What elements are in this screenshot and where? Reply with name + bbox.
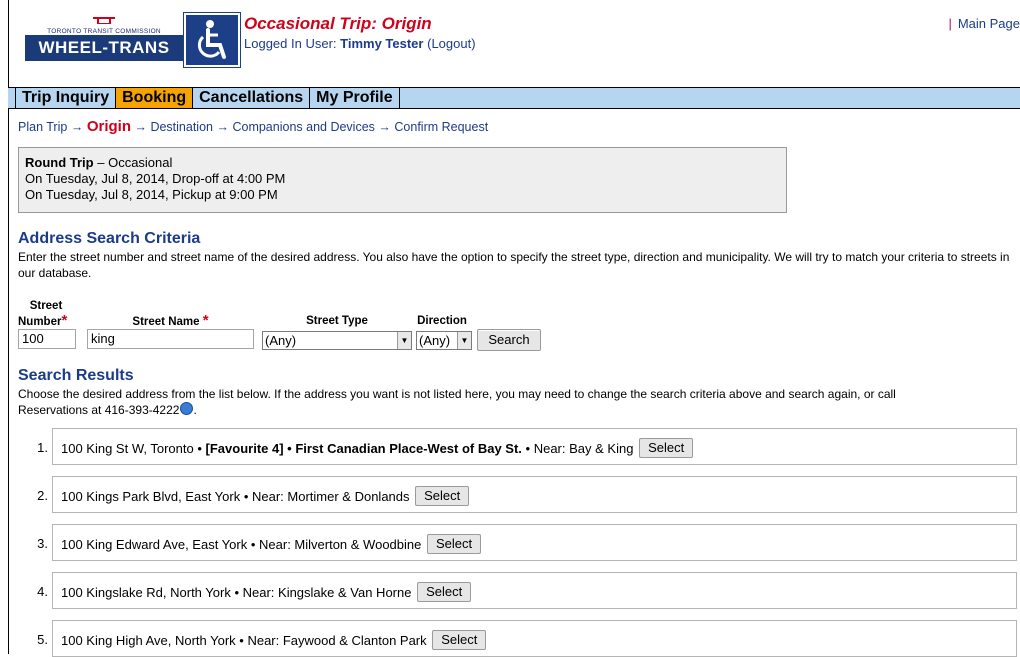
ttc-icon xyxy=(93,17,115,24)
ttc-text: TORONTO TRANSIT COMMISSION xyxy=(47,28,161,35)
results-description-phone: Reservations at 416-393-4222 xyxy=(18,403,180,417)
result-near: • Near: Milverton & Woodbine xyxy=(250,537,422,552)
result-address: 100 King St W, Toronto • xyxy=(61,441,202,456)
street-number-label: Street Number* xyxy=(18,300,74,329)
main-page-label[interactable]: Main Page xyxy=(958,16,1020,31)
list-item: 100 Kings Park Blvd, East York • Near: M… xyxy=(52,476,1017,513)
search-results-title: Search Results xyxy=(18,367,134,384)
result-number: 5. xyxy=(37,632,48,647)
wheelchair-icon xyxy=(183,12,241,68)
trip-type: Round Trip – Occasional xyxy=(25,155,780,171)
trip-summary: Round Trip – Occasional On Tuesday, Jul … xyxy=(18,147,787,213)
result-number: 2. xyxy=(37,488,48,503)
breadcrumb-plan-trip[interactable]: Plan Trip xyxy=(18,120,67,134)
result-near: • Near: Mortimer & Donlands xyxy=(243,489,410,504)
breadcrumb-confirm: Confirm Request xyxy=(394,120,489,134)
list-item: 100 King Edward Ave, East York • Near: M… xyxy=(52,524,1017,561)
result-text: 100 Kings Park Blvd, East York • Near: M… xyxy=(61,486,470,507)
street-type-select[interactable]: (Any) ▼ xyxy=(262,331,412,350)
divider: | xyxy=(948,16,952,31)
required-marker: * xyxy=(202,312,209,329)
logged-in-user: Logged In User: Timmy Tester (Logout) xyxy=(244,36,476,51)
result-address: 100 Kings Park Blvd, East York xyxy=(61,489,241,504)
ttc-logo: TORONTO TRANSIT COMMISSION xyxy=(25,12,183,35)
street-number-input[interactable]: 100 xyxy=(18,329,76,349)
result-number: 1. xyxy=(37,440,48,455)
select-button[interactable]: Select xyxy=(415,486,470,506)
result-favourite: [Favourite 4] • First Canadian Place-Wes… xyxy=(205,441,522,456)
select-button[interactable]: Select xyxy=(639,438,694,458)
street-number-label-line1: Street xyxy=(29,300,63,312)
search-results-description: Choose the desired address from the list… xyxy=(18,386,1018,418)
result-number: 3. xyxy=(37,536,48,551)
result-address: 100 King Edward Ave, East York xyxy=(61,537,248,552)
wheel-trans-logo[interactable]: TORONTO TRANSIT COMMISSION WHEEL-TRANS xyxy=(25,12,183,62)
street-name-label-text: Street Name xyxy=(132,316,200,328)
result-address: 100 Kingslake Rd, North York xyxy=(61,585,231,600)
header: TORONTO TRANSIT COMMISSION WHEEL-TRANS O… xyxy=(8,0,1020,88)
results-description-line1: Choose the desired address from the list… xyxy=(18,387,896,401)
direction-select[interactable]: (Any) ▼ xyxy=(416,331,472,350)
logout-link[interactable]: (Logout) xyxy=(427,36,475,51)
trip-line-2: On Tuesday, Jul 8, 2014, Pickup at 9:00 … xyxy=(25,187,278,202)
trip-type-label: – Occasional xyxy=(97,155,173,170)
search-criteria-description: Enter the street number and street name … xyxy=(18,250,1010,280)
breadcrumb-arrow: → xyxy=(70,120,84,134)
list-item: 100 Kingslake Rd, North York • Near: Kin… xyxy=(52,572,1017,609)
chevron-down-icon: ▼ xyxy=(457,332,471,349)
direction-label: Direction xyxy=(417,315,467,327)
required-marker: * xyxy=(61,312,68,329)
breadcrumb-arrow: → xyxy=(216,120,229,134)
breadcrumb-arrow: → xyxy=(134,120,147,134)
list-item: 100 King High Ave, North York • Near: Fa… xyxy=(52,620,1017,657)
breadcrumb-arrow: → xyxy=(378,120,391,134)
result-text: 100 King St W, Toronto • [Favourite 4] •… xyxy=(61,438,694,459)
result-near: • Near: Faywood & Clanton Park xyxy=(239,633,427,648)
result-text: 100 King Edward Ave, East York • Near: M… xyxy=(61,534,482,555)
breadcrumb-origin: Origin xyxy=(86,118,131,135)
page-title: Occasional Trip: Origin xyxy=(244,14,432,33)
direction-value: (Any) xyxy=(419,333,451,348)
select-button[interactable]: Select xyxy=(417,582,472,602)
results-description-end: . xyxy=(193,403,197,417)
select-button[interactable]: Select xyxy=(432,630,487,650)
trip-title: Round Trip xyxy=(25,155,94,170)
select-button[interactable]: Select xyxy=(426,534,482,554)
phone-link-icon[interactable] xyxy=(180,402,194,415)
search-button[interactable]: Search xyxy=(477,329,541,351)
tab-my-profile[interactable]: My Profile xyxy=(309,88,400,108)
street-name-label: Street Name * xyxy=(88,312,253,329)
nav-tabs: Trip Inquiry Booking Cancellations My Pr… xyxy=(15,88,400,108)
street-number-label-line2: Number xyxy=(18,316,62,328)
tab-cancellations[interactable]: Cancellations xyxy=(192,88,311,108)
result-near: • Near: Bay & King xyxy=(525,441,634,456)
nav-bar: Trip Inquiry Booking Cancellations My Pr… xyxy=(8,87,1020,109)
main-page-link[interactable]: | Main Page xyxy=(948,16,1020,31)
breadcrumb-companions: Companions and Devices xyxy=(232,120,375,134)
breadcrumb-destination: Destination xyxy=(150,120,213,134)
result-address: 100 King High Ave, North York xyxy=(61,633,236,648)
street-name-input[interactable]: king xyxy=(87,329,254,349)
logged-in-label: Logged In User: xyxy=(244,36,337,51)
list-item: 100 King St W, Toronto • [Favourite 4] •… xyxy=(52,428,1017,465)
user-name: Timmy Tester xyxy=(340,36,424,51)
trip-line-1: On Tuesday, Jul 8, 2014, Drop-off at 4:0… xyxy=(25,171,286,186)
street-type-label: Street Type xyxy=(306,315,368,327)
tab-trip-inquiry[interactable]: Trip Inquiry xyxy=(15,88,117,108)
result-near: • Near: Kingslake & Van Horne xyxy=(234,585,412,600)
tab-booking[interactable]: Booking xyxy=(115,88,194,108)
result-text: 100 Kingslake Rd, North York • Near: Kin… xyxy=(61,582,472,603)
result-text: 100 King High Ave, North York • Near: Fa… xyxy=(61,630,487,651)
chevron-down-icon: ▼ xyxy=(397,332,411,349)
street-type-value: (Any) xyxy=(265,333,297,348)
result-number: 4. xyxy=(37,584,48,599)
brand-text: WHEEL-TRANS xyxy=(25,35,183,61)
search-criteria-title: Address Search Criteria xyxy=(18,230,201,247)
breadcrumb: Plan Trip → Origin → Destination → Compa… xyxy=(18,118,488,135)
